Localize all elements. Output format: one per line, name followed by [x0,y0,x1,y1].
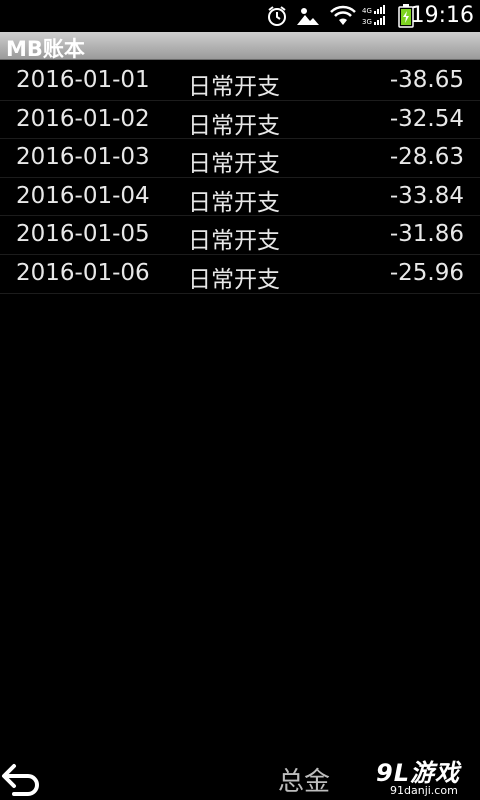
entry-amount: -38.65 [389,67,464,93]
total-label: 总金 [278,767,331,797]
list-item[interactable]: 2016-01-02 日常开支 -32.54 [0,101,480,140]
entry-amount: -32.54 [389,105,464,132]
entry-category: 日常开支 [188,266,280,293]
entry-category: 日常开支 [188,228,280,255]
entry-date: 2016-01-04 [16,182,150,209]
back-button[interactable] [0,760,48,800]
entry-date: 2016-01-01 [16,67,150,93]
list-item[interactable]: 2016-01-04 日常开支 -33.84 [0,178,480,217]
weather-icon [296,5,320,31]
status-time: 19:16 [410,3,474,28]
wifi-icon [330,5,356,31]
back-arrow-icon [0,764,44,800]
entry-date: 2016-01-05 [16,221,150,248]
list-item[interactable]: 2016-01-03 日常开支 -28.63 [0,139,480,178]
status-bar: 4G 3G 19:16 [0,0,480,32]
entry-list: 2016-01-01 日常开支 -38.65 2016-01-02 日常开支 -… [0,62,480,294]
watermark-logo: 9L游戏 [376,759,460,787]
list-item[interactable]: 2016-01-05 日常开支 -31.86 [0,216,480,255]
entry-amount: -25.96 [389,259,464,286]
network-4g-label: 4G [362,7,372,15]
list-item[interactable]: 2016-01-01 日常开支 -38.65 [0,62,480,101]
entry-amount: -28.63 [389,144,464,171]
alarm-icon [266,5,288,31]
app-title: MB账本 [6,37,85,61]
watermark-url: 91danji.com [390,784,458,797]
entry-category: 日常开支 [188,189,280,216]
entry-category: 日常开支 [188,74,280,100]
entry-category: 日常开支 [188,151,280,178]
title-bar: MB账本 [0,32,480,61]
list-item[interactable]: 2016-01-06 日常开支 -25.96 [0,255,480,294]
network-3g-label: 3G [362,18,372,26]
entry-category: 日常开支 [188,112,280,139]
entry-amount: -33.84 [389,182,464,209]
signal-icon: 4G 3G [362,5,388,31]
entry-date: 2016-01-06 [16,259,150,286]
watermark: 9L游戏 91danji.com [372,752,480,800]
entry-amount: -31.86 [389,221,464,248]
bottom-bar: 总金 9L游戏 91danji.com [0,752,480,800]
entry-date: 2016-01-03 [16,144,150,171]
entry-date: 2016-01-02 [16,105,150,132]
